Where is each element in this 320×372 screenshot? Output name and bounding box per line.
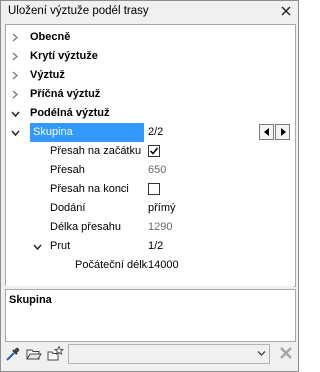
property-row-delivery[interactable]: Dodání přímý <box>6 199 295 218</box>
property-row-overlap-start[interactable]: Přesah na začátku <box>6 142 295 161</box>
chevron-right-icon[interactable] <box>11 71 21 81</box>
property-grid: Obecně Krytí výztuže Výztuž Příčná výztu… <box>5 24 296 287</box>
property-value: 650 <box>148 164 167 176</box>
category-label: Krytí výztuže <box>30 50 98 62</box>
group-value: 2/2 <box>148 126 164 138</box>
property-value[interactable]: 14000 <box>148 259 179 271</box>
property-row-overlap-end[interactable]: Přesah na konci <box>6 180 295 199</box>
property-label: Dodání <box>50 202 86 214</box>
disabled-cancel-button[interactable] <box>277 345 295 363</box>
chevron-down-icon[interactable] <box>11 110 21 120</box>
chevron-right-icon[interactable] <box>11 33 21 43</box>
category-row-cover[interactable]: Krytí výztuže <box>6 47 295 66</box>
profile-dropdown[interactable] <box>68 344 270 364</box>
close-button[interactable] <box>277 2 295 20</box>
overlap-end-checkbox[interactable] <box>148 183 160 195</box>
close-icon <box>281 6 291 16</box>
chevron-right-icon[interactable] <box>11 90 21 100</box>
overlap-start-checkbox[interactable] <box>148 145 160 157</box>
property-label: Přesah na začátku <box>50 145 142 157</box>
property-label: Přesah na konci <box>50 183 129 195</box>
category-row-transverse[interactable]: Příčná výztuž <box>6 85 295 104</box>
chevron-right-icon[interactable] <box>11 52 21 62</box>
triangle-right-icon <box>280 128 286 136</box>
triangle-left-icon <box>263 128 269 136</box>
category-label: Podélná výztuž <box>30 107 110 119</box>
checkmark-icon <box>149 147 159 155</box>
chevron-down-icon[interactable] <box>11 129 21 139</box>
chevron-down-icon <box>257 351 266 356</box>
property-label: Délka přesahu <box>50 221 121 233</box>
folder-star-icon <box>47 345 64 361</box>
pick-button[interactable] <box>4 345 22 363</box>
subgroup-row-bar[interactable]: Prut 1/2 <box>6 237 295 256</box>
eyedropper-icon <box>6 347 20 361</box>
category-row-longitudinal[interactable]: Podélná výztuž <box>6 104 295 123</box>
property-row-overlap[interactable]: Přesah 650 <box>6 161 295 180</box>
group-label: Skupina <box>33 126 73 138</box>
property-row-overlap-length[interactable]: Délka přesahu 1290 <box>6 218 295 237</box>
subgroup-label: Prut <box>50 240 71 252</box>
next-button[interactable] <box>275 124 290 140</box>
property-label: Přesah <box>50 164 85 176</box>
property-row-initial-length[interactable]: Počáteční délka 14000 <box>6 256 295 275</box>
category-label: Obecně <box>30 31 71 43</box>
cross-icon <box>280 347 292 359</box>
description-title: Skupina <box>9 294 52 306</box>
description-panel: Skupina <box>5 289 296 342</box>
property-label: Počáteční délka <box>75 259 148 271</box>
category-label: Příčná výztuž <box>30 88 101 100</box>
title-bar: Uložení výztuže podél trasy <box>1 1 298 23</box>
previous-button[interactable] <box>259 124 274 140</box>
window-title: Uložení výztuže podél trasy <box>8 5 149 17</box>
properties-window: Uložení výztuže podél trasy Obecně Krytí… <box>0 0 299 372</box>
category-label: Výztuž <box>30 69 65 81</box>
property-value: 1290 <box>148 221 173 233</box>
group-row[interactable]: Skupina 2/2 <box>6 123 295 142</box>
property-value[interactable]: přímý <box>148 202 176 214</box>
folder-open-icon <box>26 349 42 360</box>
bottom-toolbar <box>1 343 298 367</box>
open-button[interactable] <box>25 345 43 363</box>
category-row-general[interactable]: Obecně <box>6 28 295 47</box>
category-row-reinforcement[interactable]: Výztuž <box>6 66 295 85</box>
chevron-down-icon[interactable] <box>33 243 43 253</box>
favorite-button[interactable] <box>46 345 64 363</box>
subgroup-value: 1/2 <box>148 240 164 252</box>
